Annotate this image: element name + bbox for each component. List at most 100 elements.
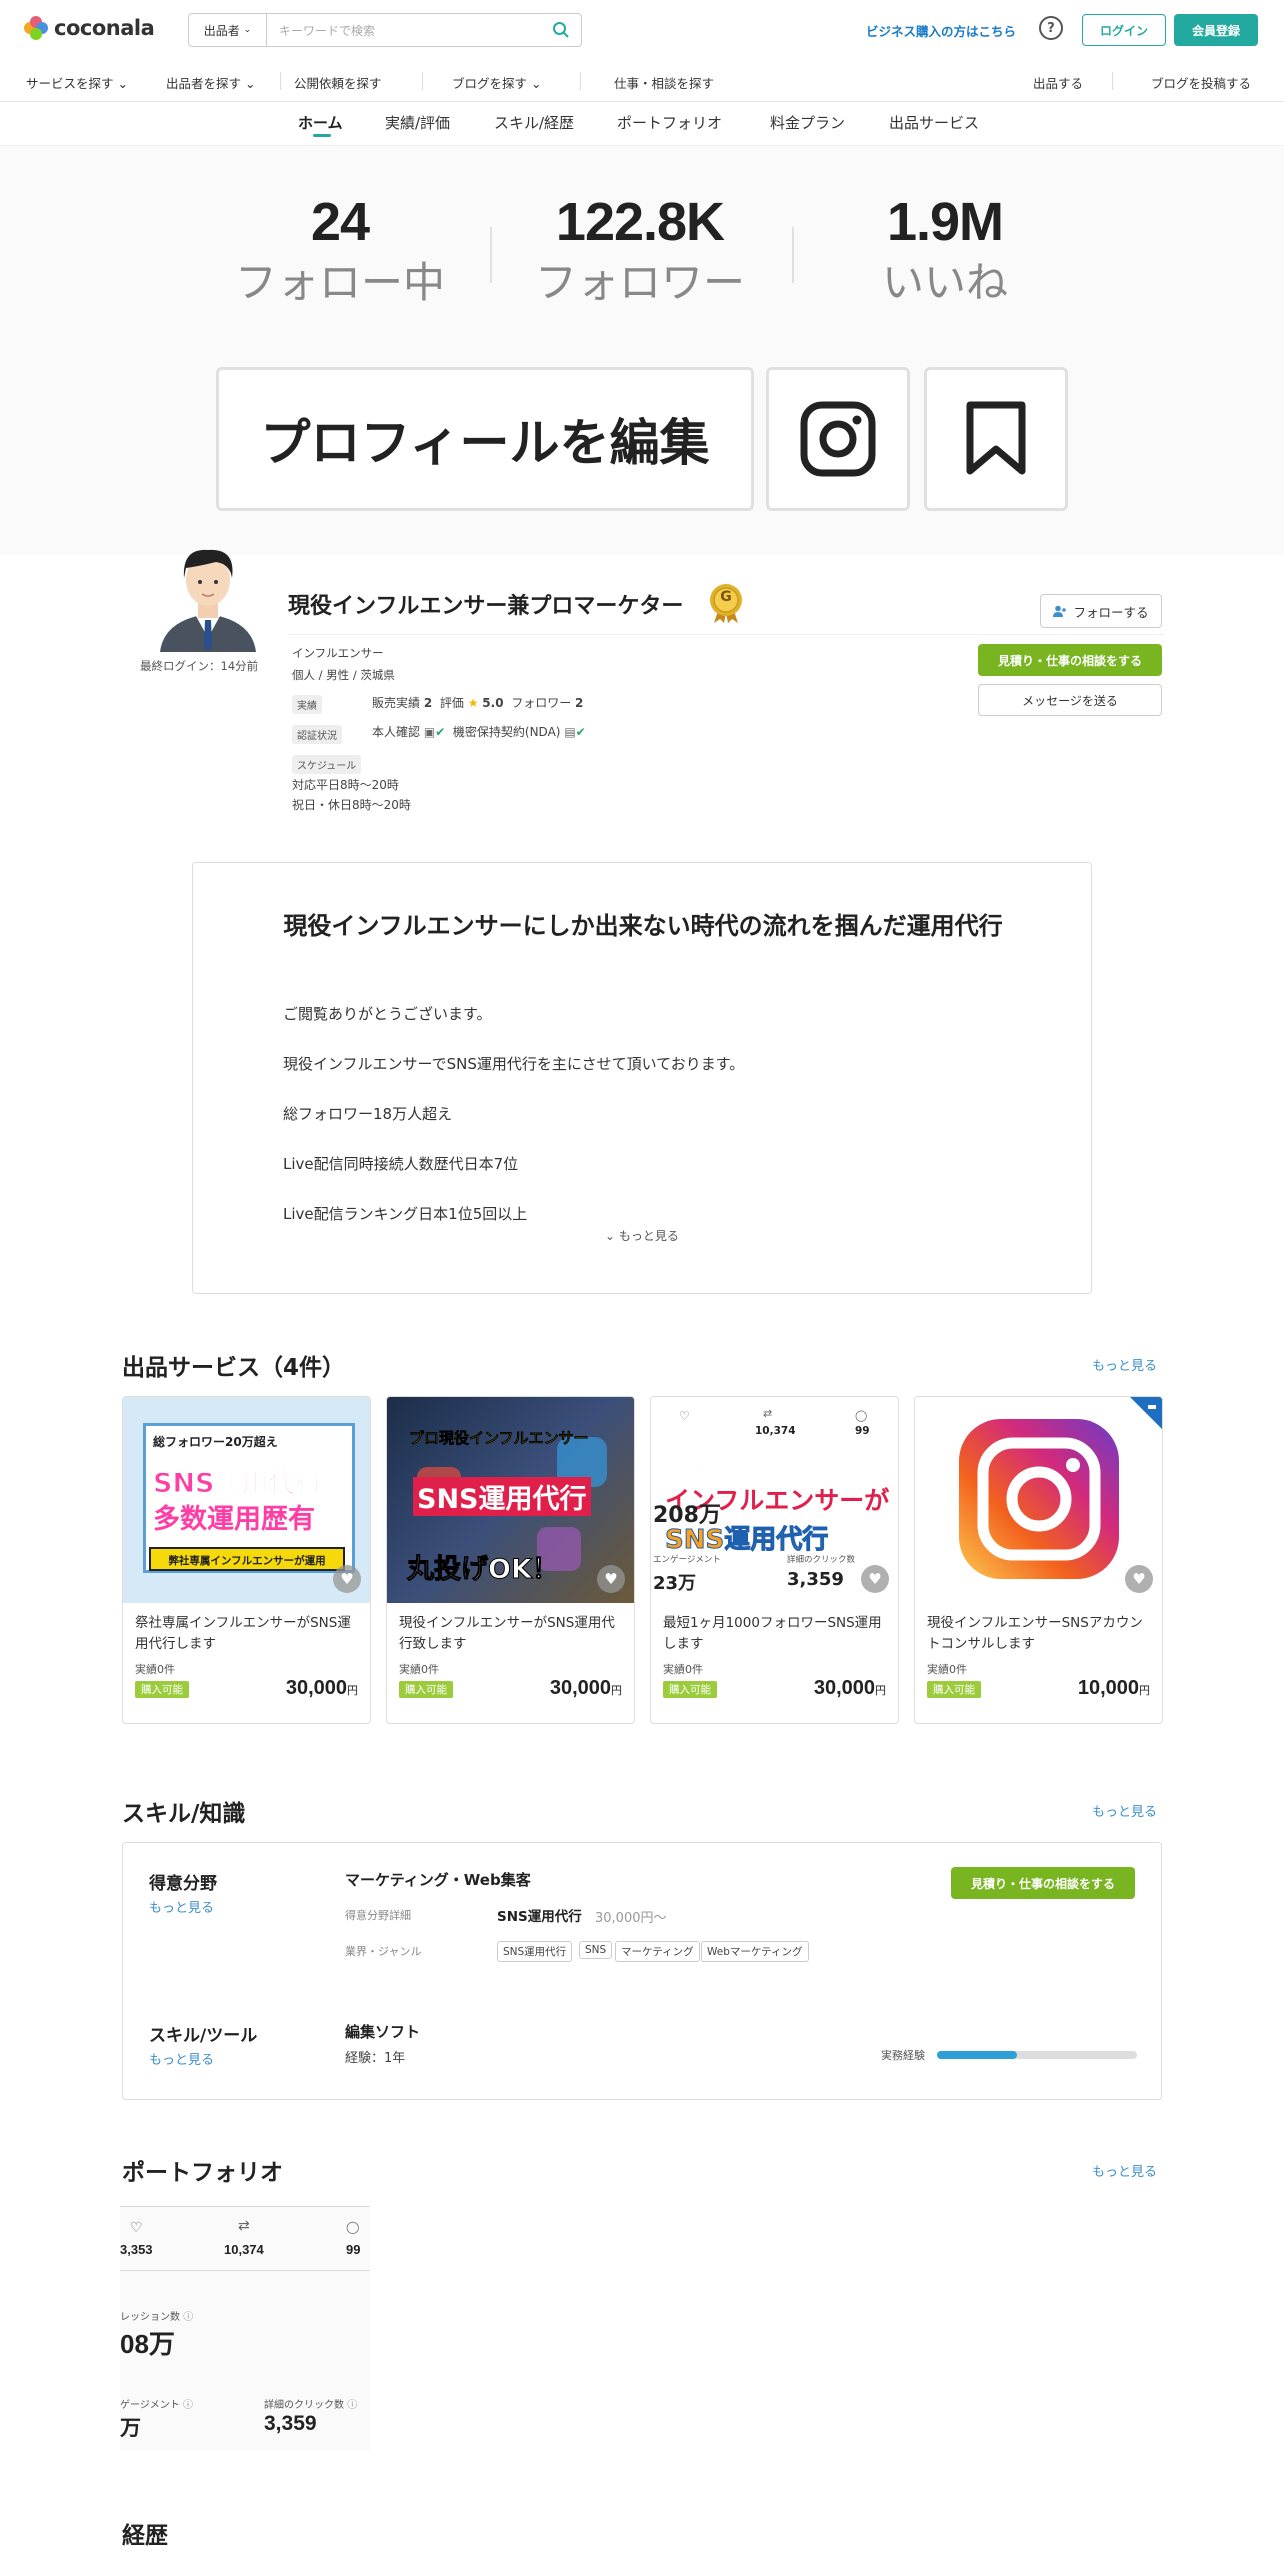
coconala-logo[interactable]: coconala: [24, 16, 155, 40]
services-more-link[interactable]: もっと見る: [1092, 1355, 1157, 1374]
site-header: coconala 出品者 ⌄ キーワードで検索 ビジネス購入の方はこちら ? ロ…: [0, 0, 1284, 60]
favorite-heart-icon[interactable]: ♥: [1125, 1565, 1153, 1593]
check-icon: ✔: [435, 725, 446, 739]
price-value: 30,000: [813, 1677, 875, 1699]
likes-count: 1.9M: [886, 192, 1004, 252]
tools-more-link[interactable]: もっと見る: [149, 2049, 214, 2068]
login-button[interactable]: ログイン: [1082, 14, 1166, 46]
followers-count: 122.8K: [555, 192, 725, 252]
detail-price: 30,000円〜: [595, 1911, 667, 1926]
nav-item-sellers[interactable]: 出品者を探す ⌄: [166, 73, 255, 92]
intro-paragraph: 総フォロワー18万人超え: [283, 1105, 453, 1123]
schedule-weekday: 対応平日8時〜20時: [292, 778, 399, 792]
favorite-heart-icon[interactable]: ♥: [333, 1565, 361, 1593]
skills-panel: 得意分野 もっと見る マーケティング・Web集客 得意分野詳細 SNS運用代行 …: [122, 1842, 1162, 2100]
specialty-label: 得意分野: [149, 1874, 217, 1894]
service-thumbnail: 総フォロワー20万超え SNS運用代行 多数運用歴有 弊社専属インフルエンサーが…: [123, 1397, 370, 1603]
service-card[interactable]: プロ現役インフルエンサー SNS運用代行 丸投げOK！ ♥ 現役インフルエンサー…: [386, 1396, 635, 1724]
search-input[interactable]: キーワードで検索: [267, 22, 541, 39]
active-tab-indicator: [313, 134, 331, 137]
star-icon: ★: [467, 696, 479, 710]
favorite-heart-icon[interactable]: ♥: [597, 1565, 625, 1593]
tab-reviews[interactable]: 実績/評価: [385, 112, 450, 133]
clicks-label: 詳細のクリック数 ⓘ: [264, 2396, 357, 2411]
rating-label: 評価: [439, 696, 464, 710]
nav-item-post-blog[interactable]: ブログを投稿する: [1151, 73, 1251, 92]
likes-label: いいね: [881, 258, 1008, 307]
impressions-label: レッション数 ⓘ: [120, 2308, 193, 2323]
service-card[interactable]: 総フォロワー20万超え SNS運用代行 多数運用歴有 弊社専属インフルエンサーが…: [122, 1396, 371, 1724]
comment-icon: ◯: [346, 2220, 360, 2234]
genre-tag[interactable]: マーケティング: [615, 1941, 700, 1962]
portfolio-item[interactable]: ♡ 3,353 ⇄ 10,374 ◯ 99 レッション数 ⓘ 08万 ゲージメン…: [120, 2206, 370, 2450]
service-card[interactable]: ♡ ⇄ 10,374 ◯ 99 現役 インフルエンサーが 208万 SNS運用代…: [650, 1396, 899, 1724]
nav-item-jobs[interactable]: 仕事・相談を探す: [614, 73, 714, 92]
nav-item-requests[interactable]: 公開依頼を探す: [294, 73, 382, 92]
tab-portfolio[interactable]: ポートフォリオ: [617, 112, 722, 133]
intro-paragraph: Live配信ランキング日本1位5回以上: [283, 1205, 528, 1223]
profile-name: 現役インフルエンサー兼プロマーケター: [288, 594, 684, 619]
specialty-more-link[interactable]: もっと見る: [149, 1897, 214, 1916]
skills-consult-button[interactable]: 見積り・仕事の相談をする: [951, 1867, 1135, 1899]
nav-item-sell[interactable]: 出品する: [1033, 73, 1083, 92]
service-title: 現役インフルエンサーSNSアカウントコンサルします: [927, 1615, 1143, 1652]
genre-tag[interactable]: SNS運用代行: [497, 1941, 573, 1962]
price-value: 30,000: [549, 1677, 611, 1699]
detail-label: 得意分野詳細: [345, 1909, 411, 1922]
experience-bar: [937, 2051, 1137, 2059]
followers-stat: 122.8K フォロワー: [520, 191, 760, 310]
service-thumbnail: プロ現役インフルエンサー SNS運用代行 丸投げOK！: [387, 1397, 634, 1603]
practical-experience-label: 実務経験: [881, 2049, 925, 2062]
favorite-heart-icon[interactable]: ♥: [861, 1565, 889, 1593]
schedule-chip: スケジュール: [292, 755, 362, 774]
genre-tag[interactable]: SNS: [579, 1941, 613, 1959]
tab-skills[interactable]: スキル/経歴: [494, 112, 574, 133]
portfolio-comments: 99: [346, 2242, 361, 2257]
search-scope-select[interactable]: 出品者 ⌄: [189, 14, 267, 46]
info-icon: ⓘ: [347, 2400, 358, 2411]
id-card-icon: ▣: [423, 725, 436, 739]
tab-home[interactable]: ホーム: [298, 112, 343, 133]
instagram-logo-icon: [959, 1397, 1162, 1579]
business-purchase-link[interactable]: ビジネス購入の方はこちら: [866, 21, 1016, 40]
thumb-text: SNS運用代行: [153, 1468, 323, 1500]
bookmark-box: [924, 367, 1068, 511]
search-bar: 出品者 ⌄ キーワードで検索: [188, 13, 582, 47]
follow-button[interactable]: フォローする: [1040, 594, 1162, 628]
message-button[interactable]: メッセージを送る: [978, 684, 1162, 716]
follower-label: フォロワー: [511, 696, 572, 710]
consult-button[interactable]: 見積り・仕事の相談をする: [978, 644, 1162, 676]
nav-divider: [280, 72, 281, 90]
register-button[interactable]: 会員登録: [1174, 14, 1258, 46]
achievement-row: 販売実績 2 評価 ★ 5.0 フォロワー 2: [372, 694, 583, 711]
achievement-chip: 実績: [292, 695, 322, 714]
nav-item-blogs[interactable]: ブログを探す ⌄: [452, 73, 541, 92]
price-unit: 円: [1139, 1685, 1150, 1697]
skills-more-link[interactable]: もっと見る: [1092, 1801, 1157, 1820]
nav-item-services[interactable]: サービスを探す ⌄: [26, 73, 128, 92]
portfolio-more-link[interactable]: もっと見る: [1092, 2161, 1157, 2180]
service-achievements: 実績0件: [399, 1663, 439, 1676]
portfolio-title: ポートフォリオ: [122, 2160, 283, 2186]
help-icon[interactable]: ?: [1039, 16, 1063, 40]
follow-label: フォローする: [1073, 604, 1149, 620]
info-icon: ⓘ: [183, 2400, 193, 2411]
sales-value: 2: [423, 696, 433, 710]
tab-pricing[interactable]: 料金プラン: [770, 112, 845, 133]
chevron-down-icon: ⌄: [243, 25, 252, 35]
header-image: 24 フォロー中 122.8K フォロワー 1.9M いいね プロフィールを編集: [0, 147, 1284, 555]
heart-outline-icon: ♡: [130, 2220, 143, 2236]
engagement-label-text: ゲージメント: [120, 2400, 180, 2411]
nav-divider: [1112, 72, 1113, 90]
nda-verified: 機密保持契約(NDA): [452, 725, 561, 739]
intro-title: 現役インフルエンサーにしか出来ない時代の流れを掴んだ運用代行: [283, 912, 1003, 940]
service-thumbnail: ♡ ⇄ 10,374 ◯ 99 現役 インフルエンサーが 208万 SNS運用代…: [651, 1397, 898, 1603]
engagement-label: ゲージメント ⓘ: [120, 2396, 193, 2411]
search-icon[interactable]: [541, 21, 581, 39]
thumb-text: 総フォロワー20万超え: [153, 1435, 278, 1449]
tab-services[interactable]: 出品サービス: [889, 112, 979, 133]
skills-title: スキル/知識: [122, 1801, 246, 1827]
intro-more-link[interactable]: ⌄ もっと見る: [605, 1227, 679, 1244]
genre-tag[interactable]: Webマーケティング: [701, 1941, 809, 1962]
service-card[interactable]: ♥ 現役インフルエンサーSNSアカウントコンサルします 実績0件 購入可能 10…: [914, 1396, 1163, 1724]
